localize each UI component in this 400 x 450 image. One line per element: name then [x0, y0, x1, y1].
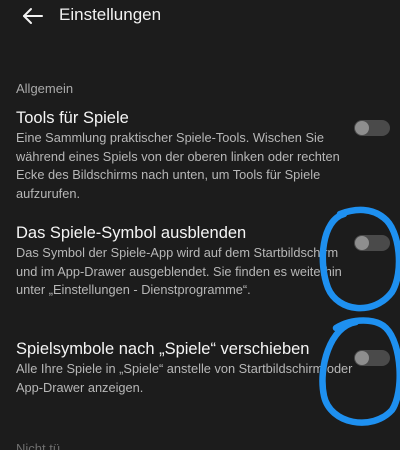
toggle-move-game-icons[interactable]: [354, 350, 390, 366]
setting-description: Alle Ihre Spiele in „Spiele“ anstelle vo…: [16, 361, 353, 395]
arrow-left-icon: [23, 8, 43, 24]
setting-title: Spielsymbole nach „Spiele“ verschieben: [16, 340, 310, 358]
section-header-general: Allgemein: [16, 81, 74, 96]
toggle-knob: [355, 351, 369, 365]
settings-screen: Einstellungen Allgemein Tools für Spiele…: [0, 0, 400, 450]
page-title: Einstellungen: [59, 5, 162, 24]
setting-hide-games-icon[interactable]: Das Spiele-Symbol ausblenden Das Symbol …: [16, 223, 356, 300]
toggle-game-tools[interactable]: [354, 120, 390, 136]
setting-description: Das Symbol der Spiele-App wird auf dem S…: [16, 245, 342, 298]
setting-title: Das Spiele-Symbol ausblenden: [16, 224, 247, 242]
section-header-next: Nicht tü: [16, 441, 61, 450]
toggle-knob: [355, 121, 369, 135]
top-app-bar: Einstellungen: [0, 0, 400, 34]
setting-title: Tools für Spiele: [16, 109, 129, 127]
toggle-hide-games-icon[interactable]: [354, 235, 390, 251]
setting-description: Eine Sammlung praktischer Spiele-Tools. …: [16, 130, 340, 201]
back-button[interactable]: [18, 2, 48, 30]
setting-game-tools[interactable]: Tools für Spiele Eine Sammlung praktisch…: [16, 108, 356, 203]
setting-move-game-icons[interactable]: Spielsymbole nach „Spiele“ verschieben A…: [16, 339, 356, 397]
toggle-knob: [355, 236, 369, 250]
